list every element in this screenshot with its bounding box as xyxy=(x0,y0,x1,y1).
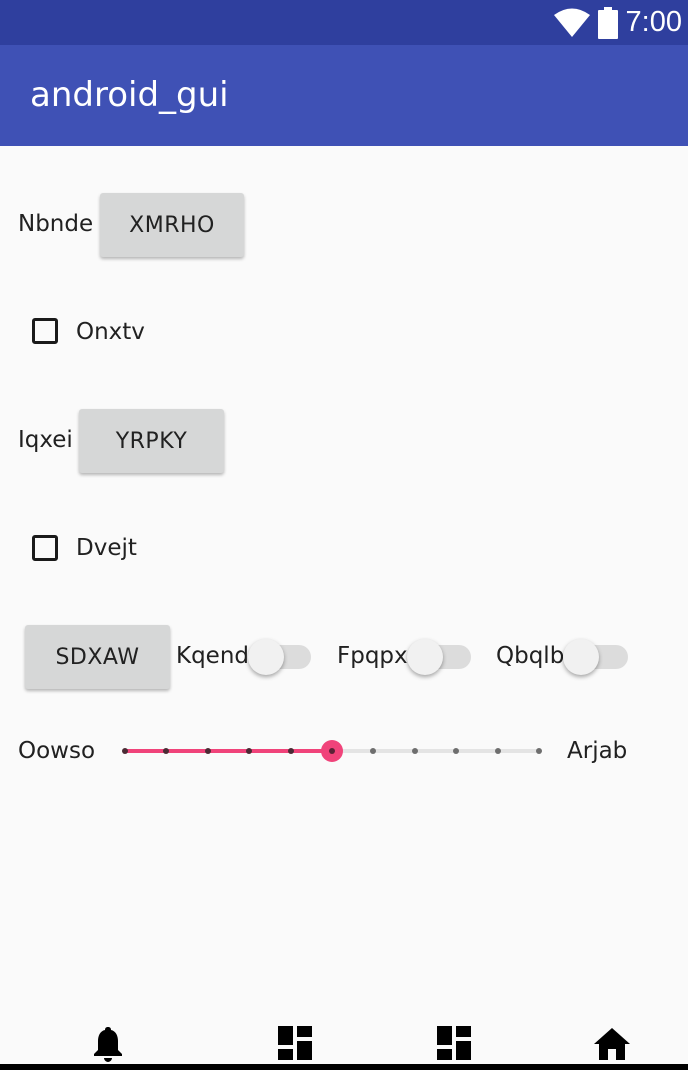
oowso-label: Oowso xyxy=(18,738,96,764)
system-nav-bar xyxy=(0,1064,688,1070)
seekbar-tick xyxy=(494,748,501,754)
nbnde-label: Nbnde xyxy=(18,211,94,237)
kqend-switch-label: Kqend xyxy=(176,643,250,669)
status-icons: 7:00 xyxy=(553,0,682,45)
battery-icon xyxy=(597,6,618,39)
iqxei-label: Iqxei xyxy=(18,427,73,453)
dashboard-icon[interactable] xyxy=(278,1026,312,1060)
bottom-nav xyxy=(0,1016,688,1070)
xmrho-button[interactable]: XMRHO xyxy=(100,193,244,257)
app-bar: android_gui xyxy=(0,45,688,146)
onxtv-checkbox-label[interactable]: Onxtv xyxy=(76,317,145,347)
kqend-switch-thumb xyxy=(248,639,284,675)
sdxaw-button[interactable]: SDXAW xyxy=(25,625,170,689)
home-icon[interactable] xyxy=(594,1028,630,1060)
status-time: 7:00 xyxy=(625,6,682,38)
onxtv-checkbox[interactable] xyxy=(32,318,58,344)
qbqlb-switch-thumb xyxy=(563,639,599,675)
seekbar-thumb-center xyxy=(329,748,335,754)
fpqpx-switch-label: Fpqpx xyxy=(337,643,408,669)
seekbar-tick xyxy=(204,748,211,754)
seekbar-progress xyxy=(125,749,332,753)
seekbar-tick xyxy=(370,748,377,754)
seekbar-thumb[interactable] xyxy=(321,740,343,762)
seekbar-tick xyxy=(122,748,128,754)
seekbar-tick xyxy=(453,748,460,754)
dashboard-icon[interactable] xyxy=(437,1026,471,1060)
bell-icon[interactable] xyxy=(93,1026,123,1062)
seekbar-tick xyxy=(246,748,253,754)
qbqlb-switch-label: Qbqlb xyxy=(496,643,565,669)
wifi-icon xyxy=(553,8,590,37)
dvejt-checkbox-label[interactable]: Dvejt xyxy=(76,533,137,563)
seekbar[interactable] xyxy=(115,736,551,766)
app-title: android_gui xyxy=(30,75,229,115)
seekbar-tick xyxy=(287,748,294,754)
seekbar-tick xyxy=(536,748,542,754)
yrpky-button[interactable]: YRPKY xyxy=(79,409,224,473)
dvejt-checkbox[interactable] xyxy=(32,535,58,561)
status-bar: 7:00 xyxy=(0,0,688,45)
arjab-label: Arjab xyxy=(567,738,628,764)
content-area: Nbnde XMRHO Onxtv Iqxei YRPKY Dvejt SDXA… xyxy=(0,146,688,1016)
fpqpx-switch-thumb xyxy=(407,639,443,675)
seekbar-tick xyxy=(163,748,170,754)
seekbar-tick xyxy=(411,748,418,754)
